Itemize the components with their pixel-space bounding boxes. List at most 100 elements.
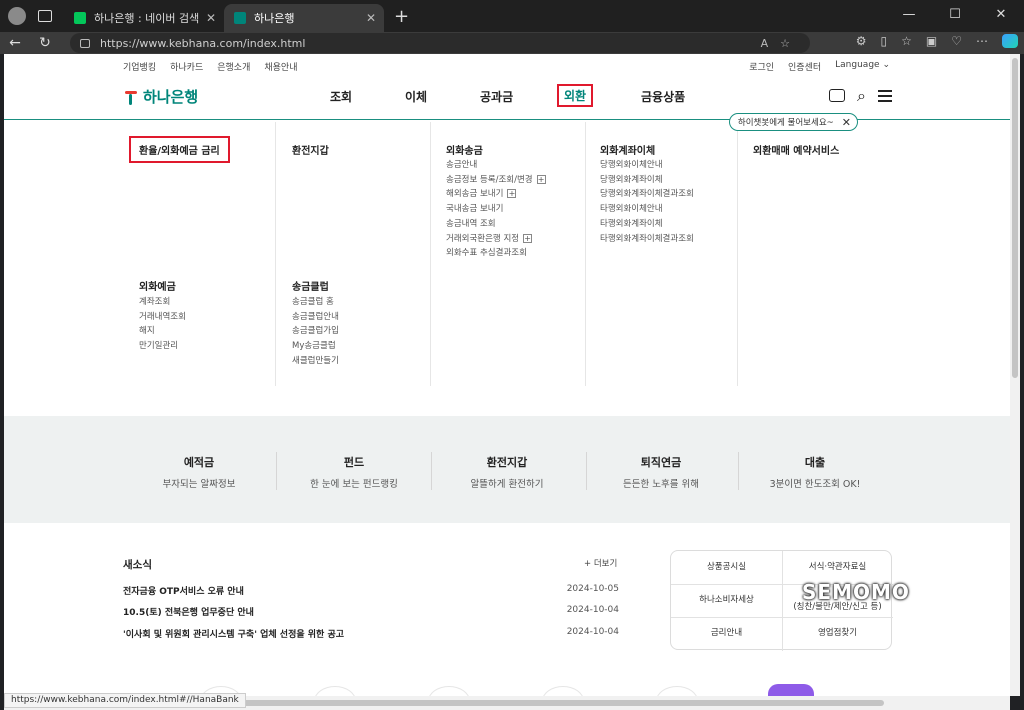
tab-actions-icon[interactable]: [38, 10, 52, 22]
mega-list-fx-remit: 송금안내 송금정보 등록/조회/변경 + 해외송금 보내기 + 국내송금 보내기 송…: [446, 158, 546, 261]
utility-link-card[interactable]: 하나카드: [170, 60, 203, 73]
news-more-link[interactable]: + 더보기: [584, 557, 617, 569]
mega-section-fx-reservation[interactable]: 외환매매 예약서비스: [753, 142, 839, 157]
close-tab-icon[interactable]: ✕: [206, 11, 216, 25]
news-item[interactable]: '이사회 및 위원회 관리시스템 구축' 업체 선정을 위한 공고 2024-1…: [123, 627, 619, 640]
favorites-icon[interactable]: ☆: [901, 34, 912, 48]
close-tab-icon[interactable]: ✕: [366, 11, 376, 25]
mega-link[interactable]: 당행외화계좌이체: [600, 173, 694, 188]
mega-link[interactable]: 송금클럽가입: [292, 324, 339, 339]
quick-link-rates[interactable]: 금리안내: [671, 617, 782, 650]
mega-link-exchange-rates[interactable]: 환율/외화예금 금리: [129, 136, 230, 163]
mega-section-fx-deposit[interactable]: 외화예금: [139, 278, 176, 293]
mega-link[interactable]: 해지: [139, 324, 186, 339]
mega-link[interactable]: 타행외화계좌이체: [600, 217, 694, 232]
maximize-icon[interactable]: ☐: [932, 0, 978, 32]
close-icon[interactable]: ✕: [842, 116, 851, 129]
mega-section-fx-remit[interactable]: 외화송금: [446, 142, 483, 157]
service-icon[interactable]: [542, 686, 584, 696]
shortcut-loan[interactable]: 대출 3분이면 한도조회 OK!: [740, 454, 890, 490]
mega-link[interactable]: My송금클럽: [292, 339, 339, 354]
quick-link-branch-finder[interactable]: 영업점찾기: [782, 617, 893, 650]
service-icon[interactable]: [768, 684, 814, 696]
mega-section-fx-wallet[interactable]: 환전지갑: [292, 142, 329, 157]
scrollbar-thumb[interactable]: [204, 700, 884, 706]
mega-link[interactable]: 외화수표 추심결과조회: [446, 246, 546, 261]
refresh-icon[interactable]: ↻: [30, 35, 60, 51]
login-link[interactable]: 로그인: [749, 60, 774, 73]
utility-link-corporate[interactable]: 기업뱅킹: [123, 60, 156, 73]
news-item[interactable]: 10.5(토) 전북은행 업무중단 안내 2024-10-04: [123, 605, 619, 618]
performance-icon[interactable]: ♡: [951, 34, 962, 48]
mega-link[interactable]: 당행외화이체안내: [600, 158, 694, 173]
mega-link[interactable]: 국내송금 보내기: [446, 202, 546, 217]
copilot-icon[interactable]: [1002, 34, 1018, 48]
shortcut-fx-wallet[interactable]: 환전지갑 알뜰하게 환전하기: [432, 454, 582, 490]
mega-link[interactable]: 타행외화계좌이체결과조회: [600, 232, 694, 247]
shortcut-pension[interactable]: 퇴직연금 든든한 노후를 위해: [586, 454, 736, 490]
mega-link[interactable]: 송금안내: [446, 158, 546, 173]
utility-link-about[interactable]: 은행소개: [217, 60, 250, 73]
gnb-item-inquiry[interactable]: 조회: [330, 88, 352, 105]
gnb-item-transfer[interactable]: 이체: [405, 88, 427, 105]
mega-link-expand[interactable]: 거래외국환은행 지정 +: [446, 232, 546, 247]
mega-section-remit-club[interactable]: 송금클럽: [292, 278, 329, 293]
plus-icon[interactable]: +: [536, 174, 546, 184]
plus-icon[interactable]: +: [507, 189, 517, 199]
profile-avatar[interactable]: [8, 7, 26, 25]
service-icon[interactable]: [314, 686, 356, 696]
minimize-icon[interactable]: —: [886, 0, 932, 32]
extensions-icon[interactable]: ⚙: [856, 34, 867, 48]
shortcut-fund[interactable]: 펀드 한 눈에 보는 펀드랭킹: [279, 454, 429, 490]
mega-link[interactable]: 송금클럽안내: [292, 310, 339, 325]
gnb-item-products[interactable]: 금융상품: [641, 88, 685, 105]
search-icon[interactable]: ⌕: [857, 88, 866, 104]
more-icon[interactable]: ⋯: [976, 34, 988, 48]
mega-link[interactable]: 타행외화이체안내: [600, 202, 694, 217]
mega-link-expand[interactable]: 해외송금 보내기 +: [446, 187, 546, 202]
back-icon[interactable]: ←: [0, 35, 30, 51]
mega-link[interactable]: 거래내역조회: [139, 310, 186, 325]
gnb-item-bills[interactable]: 공과금: [480, 88, 513, 105]
new-tab-icon[interactable]: +: [394, 6, 409, 27]
browser-toolbar: ⚙ ▯ ☆ ▣ ♡ ⋯: [856, 34, 1018, 48]
service-icon[interactable]: [656, 686, 698, 696]
browser-tab-hana[interactable]: 하나은행 ✕: [224, 4, 384, 32]
close-window-icon[interactable]: ✕: [978, 0, 1024, 32]
mega-section-fx-transfer[interactable]: 외화계좌이체: [600, 142, 655, 157]
news-item[interactable]: 전자금융 OTP서비스 오류 안내 2024-10-05: [123, 584, 619, 597]
service-icon[interactable]: [428, 686, 470, 696]
mega-link[interactable]: 새클럽만들기: [292, 354, 339, 369]
chatbot-icon[interactable]: [829, 89, 846, 102]
read-aloud-and-favorite-icons[interactable]: A☆: [761, 37, 802, 50]
shortcut-desc: 알뜰하게 환전하기: [470, 479, 544, 490]
mega-link[interactable]: 만기일관리: [139, 339, 186, 354]
scrollbar-thumb[interactable]: [1012, 58, 1018, 378]
url-field[interactable]: https://www.kebhana.com/index.html A☆: [70, 33, 810, 53]
window-controls: — ☐ ✕: [886, 0, 1024, 32]
gnb-item-forex[interactable]: 외환: [557, 84, 594, 107]
split-screen-icon[interactable]: ▯: [881, 34, 888, 48]
cert-center-link[interactable]: 인증센터: [788, 60, 821, 73]
mega-link[interactable]: 당행외화계좌이체결과조회: [600, 187, 694, 202]
quick-link-product-disclosure[interactable]: 상품공시실: [671, 551, 782, 584]
shortcut-deposit[interactable]: 예적금 부자되는 알짜정보: [124, 454, 274, 490]
plus-icon[interactable]: +: [523, 233, 533, 243]
language-select[interactable]: Language ⌄: [835, 60, 890, 73]
lock-icon: [80, 38, 90, 48]
hamburger-menu-icon[interactable]: [878, 90, 892, 102]
utility-link-recruit[interactable]: 채용안내: [264, 60, 297, 73]
shortcut-title: 환전지갑: [486, 456, 528, 469]
news-item-date: 2024-10-05: [566, 584, 619, 594]
vertical-scrollbar[interactable]: [1010, 54, 1020, 696]
mega-link[interactable]: 계좌조회: [139, 295, 186, 310]
browser-tab-naver[interactable]: 하나은행 : 네이버 검색 ✕: [64, 4, 224, 32]
collections-icon[interactable]: ▣: [926, 34, 937, 48]
mega-link[interactable]: 송금클럽 홈: [292, 295, 339, 310]
mega-link-expand[interactable]: 송금정보 등록/조회/변경 +: [446, 173, 546, 188]
mega-col-1: 환율/외화예금 금리 외화예금 계좌조회 거래내역조회 해지 만기일관리: [123, 122, 276, 386]
quick-link-consumer-world[interactable]: 하나소비자세상: [671, 584, 782, 617]
mega-link[interactable]: 송금내역 조회: [446, 217, 546, 232]
utility-links-right: 로그인 인증센터 Language ⌄: [749, 60, 890, 73]
hana-logo[interactable]: 하나은행: [123, 86, 198, 107]
